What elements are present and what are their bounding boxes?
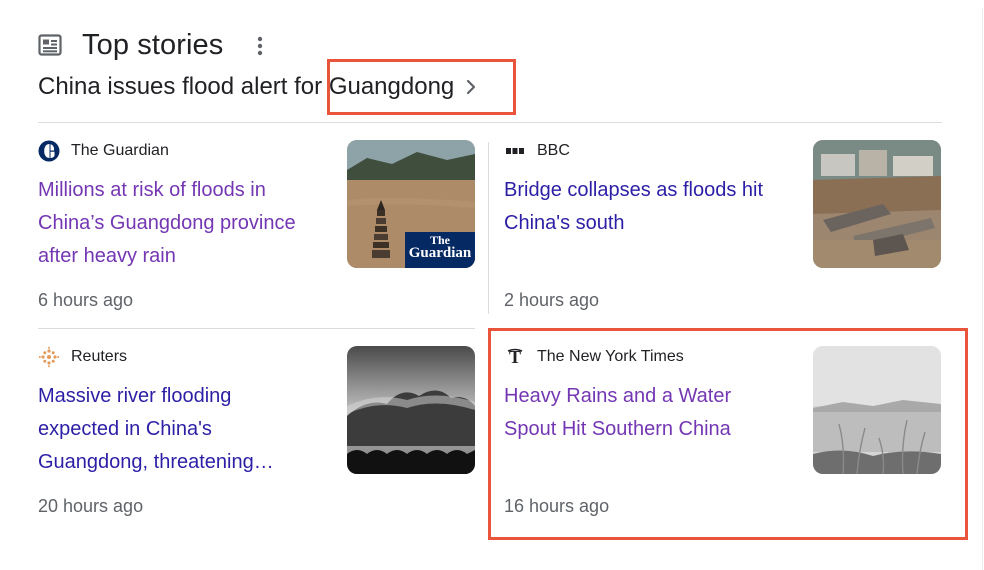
story-time: 20 hours ago	[38, 496, 144, 516]
story-source: The Guardian	[38, 140, 169, 162]
story-headline[interactable]: Massive river flooding expected in China…	[38, 380, 313, 479]
story-thumbnail[interactable]	[813, 140, 941, 268]
story-headline[interactable]: Bridge collapses as floods hit China's s…	[504, 174, 779, 240]
divider	[488, 142, 489, 314]
story-source: BBC	[504, 140, 570, 162]
more-vert-icon[interactable]	[253, 35, 267, 57]
story-card-bbc[interactable]: BBC Bridge collapses as floods hit China…	[504, 140, 941, 320]
story-time: 6 hours ago	[38, 290, 134, 310]
guardian-wordmark: The Guardian	[408, 233, 472, 261]
highlight-box-story	[488, 328, 968, 540]
story-thumbnail[interactable]	[347, 346, 475, 474]
source-name: The Guardian	[71, 142, 169, 159]
reuters-logo-icon	[38, 346, 60, 368]
divider	[38, 328, 475, 329]
divider	[38, 122, 942, 123]
bbc-logo-icon	[504, 140, 526, 162]
section-title: Top stories	[82, 29, 224, 61]
source-name: BBC	[537, 142, 570, 159]
story-thumbnail[interactable]: The Guardian	[347, 140, 475, 268]
highlight-box-topic	[327, 59, 516, 115]
story-source: Reuters	[38, 346, 127, 368]
story-card-reuters[interactable]: Reuters Massive river flooding expected …	[38, 346, 475, 526]
source-name: Reuters	[71, 348, 128, 365]
story-headline[interactable]: Millions at risk of floods in China’s Gu…	[38, 174, 313, 273]
story-card-guardian[interactable]: The Guardian Millions at risk of floods …	[38, 140, 475, 320]
news-icon	[38, 34, 62, 56]
panel-edge	[982, 8, 983, 570]
top-stories-panel: Top stories China issues flood alert for…	[0, 0, 984, 570]
guardian-logo-icon	[38, 140, 60, 162]
story-time: 2 hours ago	[504, 290, 600, 310]
